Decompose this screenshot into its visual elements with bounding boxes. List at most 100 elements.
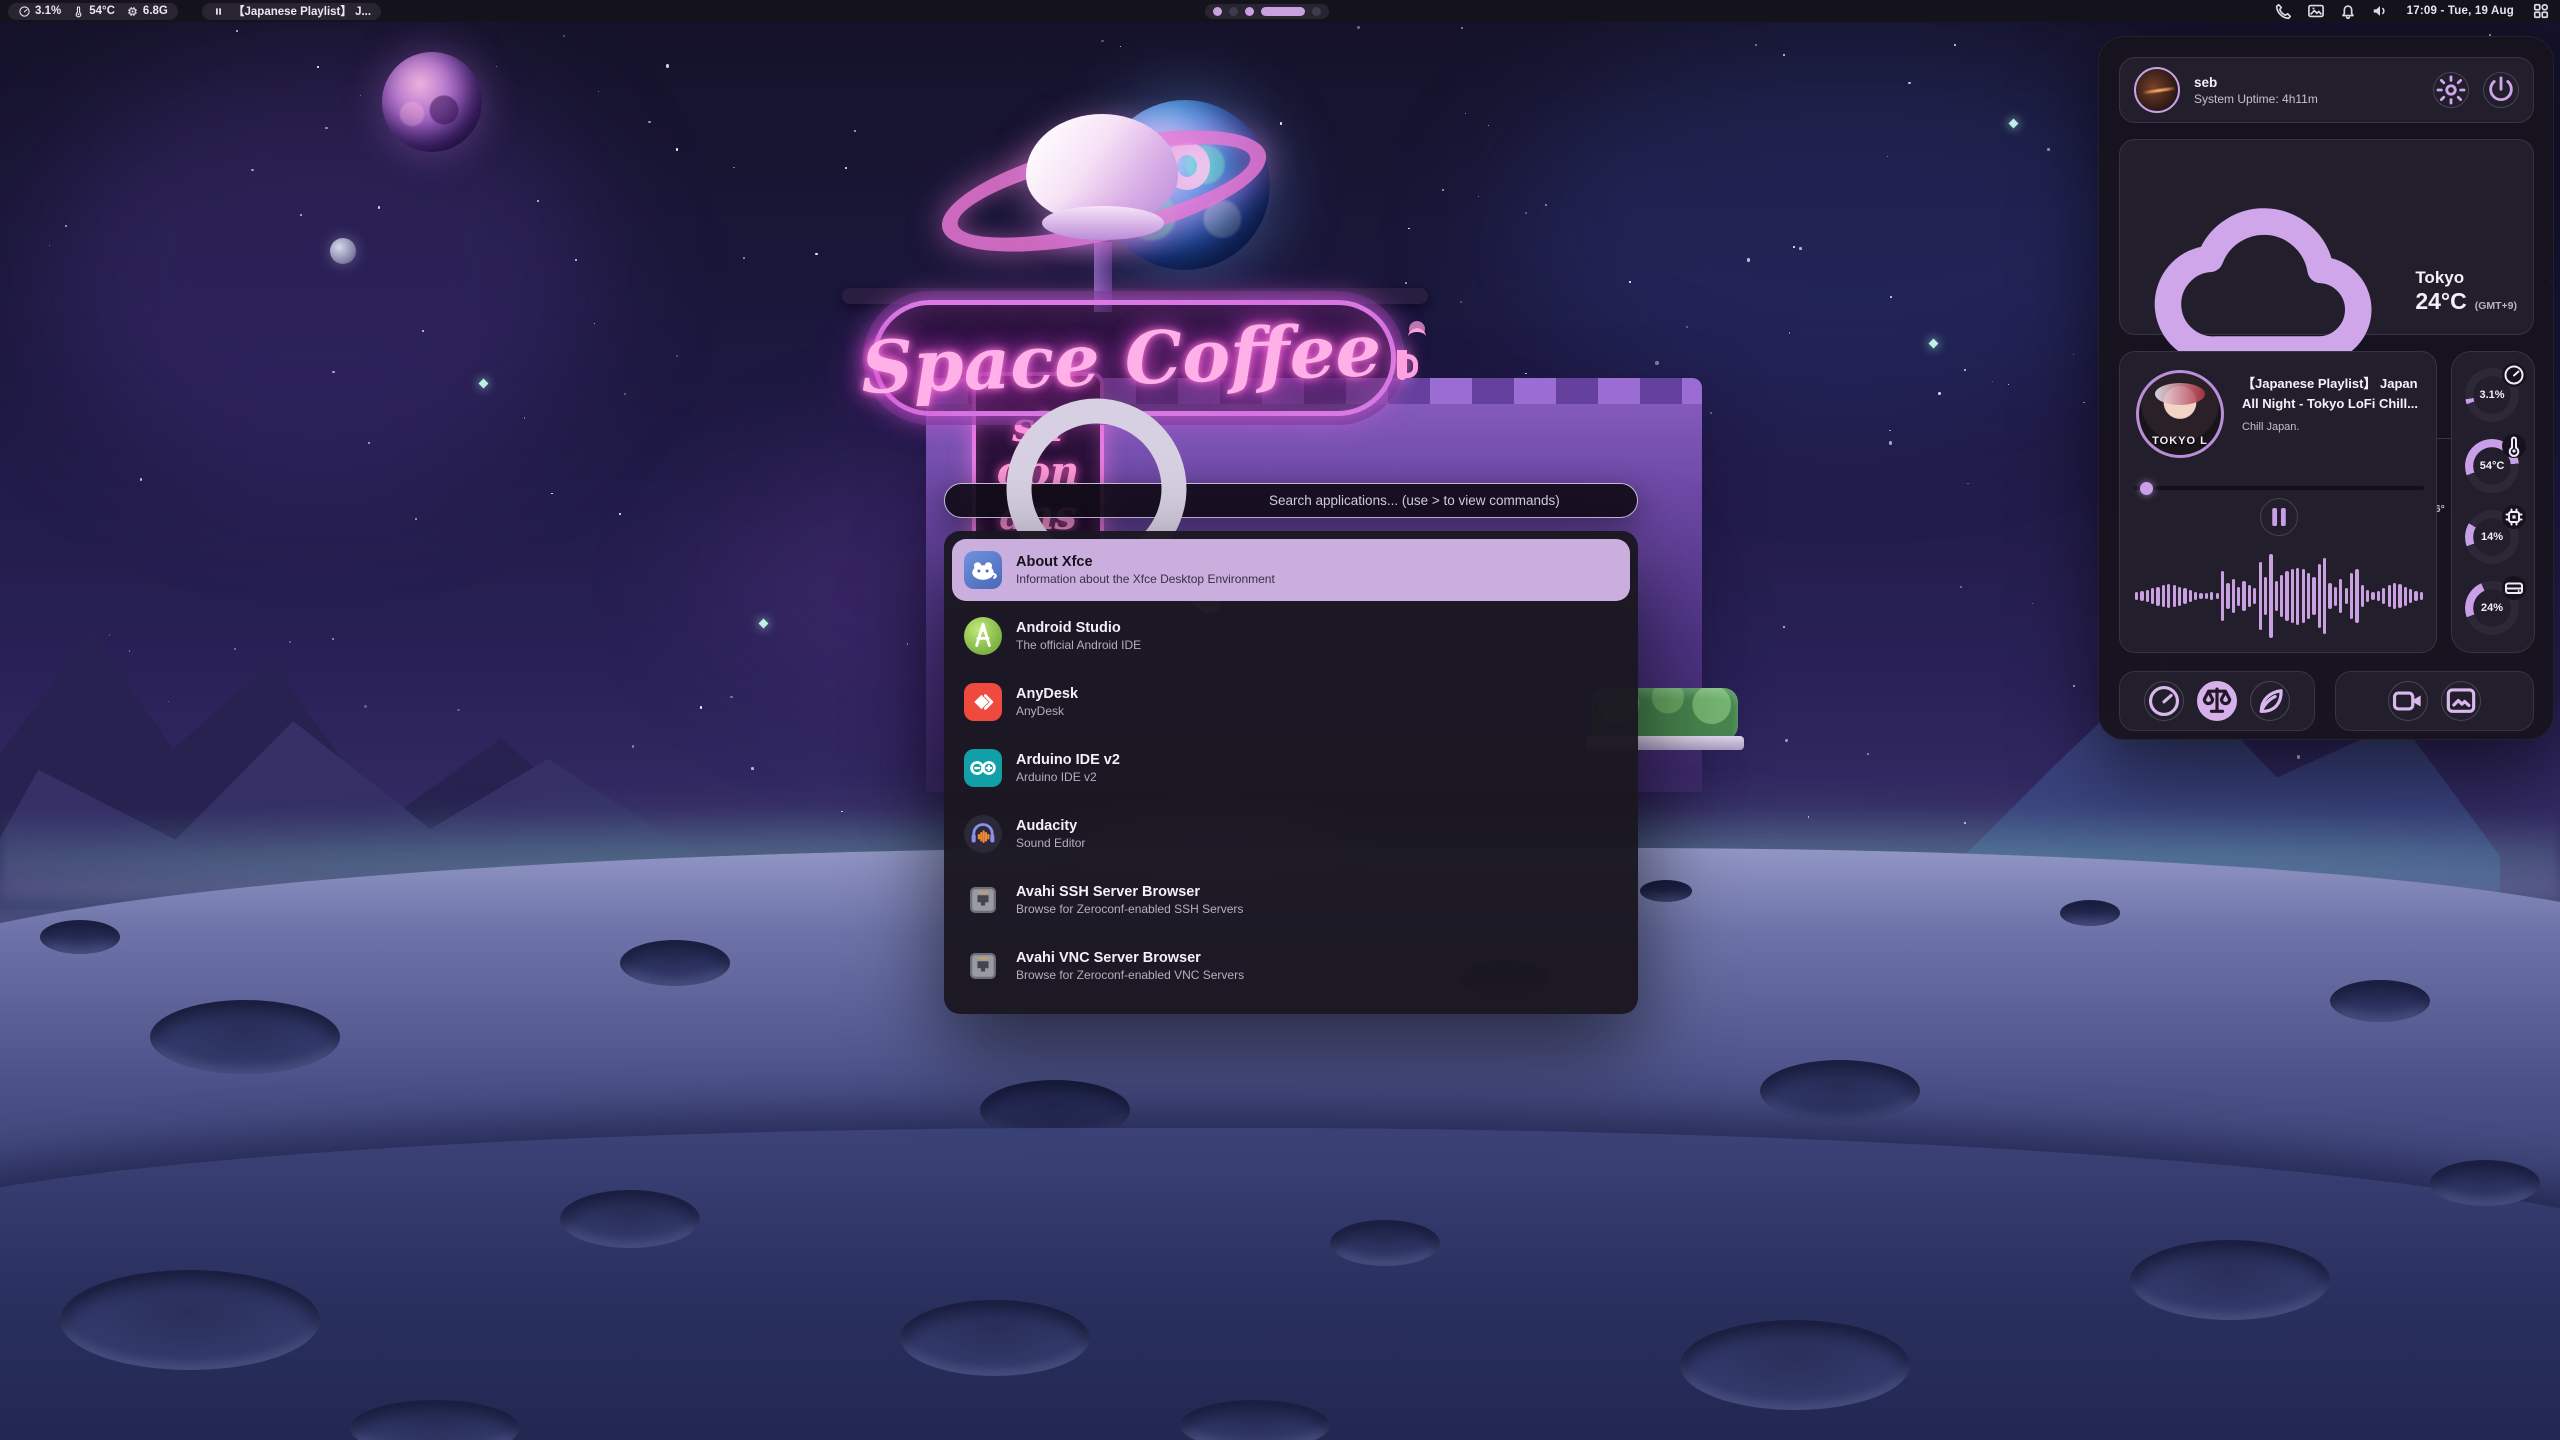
clock[interactable]: 17:09 - Tue, 19 Aug	[2399, 5, 2522, 17]
capture-group	[2335, 671, 2534, 731]
workspace-dot[interactable]	[1245, 7, 1254, 16]
media-pill[interactable]: 【Japanese Playlist】 J...	[202, 3, 381, 20]
volume-icon[interactable]	[2367, 1, 2393, 21]
crater	[150, 1000, 340, 1074]
app-description: The official Android IDE	[1016, 638, 1141, 652]
star	[676, 355, 678, 357]
waveform-bar	[2264, 577, 2267, 615]
waveform-bar	[2216, 593, 2219, 599]
app-name: Arduino IDE v2	[1016, 752, 1120, 768]
star	[1465, 113, 1466, 114]
star	[457, 709, 459, 711]
notifications-bell-icon[interactable]	[2335, 1, 2361, 21]
pause-button[interactable]	[2260, 498, 2298, 536]
app-list-item[interactable]: Avahi VNC Server Browser Browse for Zero…	[952, 935, 1630, 997]
star	[2297, 755, 2301, 759]
star	[1867, 753, 1869, 755]
app-list-item[interactable]: About Xfce Information about the Xfce De…	[952, 539, 1630, 601]
waveform-bar	[2162, 585, 2165, 608]
star	[236, 30, 239, 33]
seek-slider[interactable]	[2134, 482, 2424, 494]
waveform-bar	[2398, 584, 2401, 609]
waveform-bar	[2259, 562, 2262, 630]
crater	[1680, 1320, 1910, 1410]
waveform-bar	[2382, 588, 2385, 603]
phone-icon[interactable]	[2271, 1, 2297, 21]
app-description: AnyDesk	[1016, 704, 1078, 718]
album-art[interactable]: TOKYO L	[2136, 370, 2224, 458]
top-bar-right: 17:09 - Tue, 19 Aug	[2271, 0, 2554, 22]
leaf-icon[interactable]	[2250, 681, 2290, 721]
videocam-icon[interactable]	[2388, 681, 2428, 721]
stat-value: 6.8G	[143, 5, 168, 17]
waveform-bar	[2226, 583, 2229, 610]
gauge: 3.1%	[2463, 366, 2523, 426]
power-button[interactable]	[2483, 72, 2519, 108]
waveform-bar	[2307, 573, 2310, 619]
weather-timezone: (GMT+9)	[2475, 300, 2517, 312]
media-player-widget: TOKYO L 【Japanese Playlist】 Japan All Ni…	[2119, 351, 2437, 653]
apps-grid-icon[interactable]	[2528, 1, 2554, 21]
workspace-dot[interactable]	[1229, 7, 1238, 16]
star	[1755, 44, 1757, 46]
waveform-bar	[2318, 564, 2321, 629]
wallpaper-icon[interactable]	[2303, 1, 2329, 21]
star	[1545, 204, 1547, 206]
neon-cup-icon	[1397, 350, 1407, 380]
star	[815, 253, 818, 256]
system-uptime: System Uptime: 4h11m	[2194, 92, 2419, 106]
star	[289, 641, 291, 643]
star	[109, 634, 111, 636]
star	[368, 442, 370, 444]
network-icon	[964, 947, 1002, 985]
system-gauges: 3.1% 54°C 14% 24%	[2451, 351, 2535, 653]
workspace-dot[interactable]	[1261, 7, 1305, 16]
workspace-indicator[interactable]	[1205, 4, 1329, 19]
seek-track[interactable]	[2134, 486, 2424, 490]
crater	[40, 920, 120, 954]
workspace-dot[interactable]	[1312, 7, 1321, 16]
waveform-bar	[2345, 588, 2348, 603]
app-list-item[interactable]: Audacity Sound Editor	[952, 803, 1630, 865]
user-card: seb System Uptime: 4h11m	[2119, 57, 2534, 123]
app-search-bar[interactable]	[944, 483, 1638, 518]
workspace-dot[interactable]	[1213, 7, 1222, 16]
waveform-bar	[2339, 579, 2342, 613]
star	[2047, 148, 2050, 151]
waveform-bar	[2388, 585, 2391, 608]
star	[624, 393, 626, 395]
stat-item: 3.1%	[18, 5, 61, 18]
star	[1793, 246, 1795, 248]
app-list-item[interactable]: Arduino IDE v2 Arduino IDE v2	[952, 737, 1630, 799]
settings-button[interactable]	[2433, 72, 2469, 108]
app-description: Browse for Zeroconf-enabled SSH Servers	[1016, 902, 1243, 916]
search-input[interactable]	[1269, 493, 1623, 508]
waveform-bar	[2232, 579, 2235, 613]
app-list-item[interactable]: AnyDesk AnyDesk	[952, 671, 1630, 733]
app-list-item[interactable]: Avahi SSH Server Browser Browse for Zero…	[952, 869, 1630, 931]
waveform-bar	[2205, 593, 2208, 599]
system-stats-pill[interactable]: 3.1% 54°C 6.8G	[8, 3, 178, 20]
screen-icon[interactable]	[2441, 681, 2481, 721]
seek-thumb[interactable]	[2140, 482, 2153, 495]
waveform-bar	[2355, 569, 2358, 622]
speedometer-icon[interactable]	[2144, 681, 2184, 721]
scales-icon[interactable]	[2197, 681, 2237, 721]
star	[496, 66, 497, 67]
star	[1686, 326, 1687, 327]
star	[1101, 40, 1103, 42]
stat-item: 6.8G	[126, 5, 168, 18]
star	[1710, 412, 1712, 414]
waveform-bar	[2334, 587, 2337, 606]
star	[619, 513, 621, 515]
avatar[interactable]	[2134, 67, 2180, 113]
app-list-item[interactable]: Android Studio The official Android IDE	[952, 605, 1630, 667]
star	[598, 91, 599, 92]
star	[234, 648, 236, 650]
network-icon	[964, 881, 1002, 919]
waveform-bar	[2414, 591, 2417, 601]
star	[2032, 603, 2033, 604]
star	[700, 706, 702, 708]
xfce-icon	[964, 551, 1002, 589]
cup-saucer	[1042, 206, 1164, 240]
